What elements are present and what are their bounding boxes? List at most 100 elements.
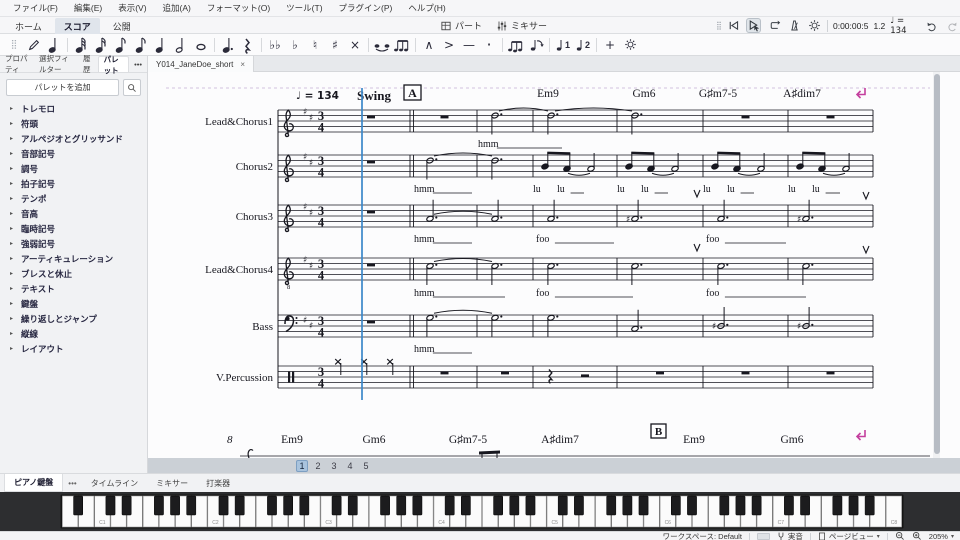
key-signature-sharp[interactable]: ♯ xyxy=(309,159,313,169)
panel-tab-パレット[interactable]: パレット xyxy=(98,56,129,72)
piano-black-key[interactable] xyxy=(413,496,422,515)
page-button-3[interactable]: 3 xyxy=(328,460,340,472)
rest[interactable] xyxy=(742,372,750,375)
chord-symbol[interactable]: A♯dim7 xyxy=(541,434,579,446)
expand-arrow-icon[interactable]: ▸ xyxy=(10,300,13,307)
lyric[interactable]: hmm xyxy=(478,139,499,150)
lyric[interactable]: lu xyxy=(641,184,649,195)
close-tab-icon[interactable]: × xyxy=(240,60,245,69)
score-view[interactable]: Lead&Chorus1♯♯34hmmChorus2♯♯34hmmlululul… xyxy=(148,72,960,458)
expand-arrow-icon[interactable]: ▸ xyxy=(10,240,13,247)
sharp-accidental[interactable]: ♯ xyxy=(797,322,801,332)
breath-mark[interactable] xyxy=(694,190,700,197)
loop-playback-button[interactable] xyxy=(766,18,781,33)
document-tab[interactable]: Y014_JaneDoe_short × xyxy=(148,56,254,72)
rehearsal-mark-b[interactable]: B xyxy=(655,426,663,438)
panel-tab-•••[interactable]: ••• xyxy=(129,56,147,72)
page-button-1[interactable]: 1 xyxy=(296,460,308,472)
tie[interactable] xyxy=(555,108,632,111)
piano-black-key[interactable] xyxy=(106,496,115,515)
grace-note-icon[interactable] xyxy=(392,35,412,55)
panel-tab-選択フィルター[interactable]: 選択フィルター xyxy=(34,56,78,72)
piano-black-key[interactable] xyxy=(687,496,696,515)
expand-arrow-icon[interactable]: ▸ xyxy=(10,315,13,322)
page-button-5[interactable]: 5 xyxy=(360,460,372,472)
treble-clef[interactable] xyxy=(284,110,293,136)
sharp-accidental[interactable]: ♯ xyxy=(626,215,630,225)
customize-toolbar-icon[interactable] xyxy=(620,35,640,55)
piano-black-key[interactable] xyxy=(74,496,83,515)
panel-tab-履歴[interactable]: 履歴 xyxy=(78,56,98,72)
expand-arrow-icon[interactable]: ▸ xyxy=(10,210,13,217)
panel-tab-プロパティ[interactable]: プロパティ xyxy=(0,56,34,72)
palette-item[interactable]: ▸レイアウト xyxy=(0,341,147,356)
expand-arrow-icon[interactable]: ▸ xyxy=(10,195,13,202)
expand-arrow-icon[interactable]: ▸ xyxy=(10,330,13,337)
playback-time[interactable]: 0:00:00:5 xyxy=(833,21,868,31)
piano-black-key[interactable] xyxy=(300,496,309,515)
drag-handle-icon[interactable]: ⣿ xyxy=(4,35,24,55)
staff-label[interactable]: V.Percussion xyxy=(216,372,273,384)
rest[interactable] xyxy=(501,372,509,375)
piano-black-key[interactable] xyxy=(558,496,567,515)
time-signature[interactable]: 4 xyxy=(318,268,325,282)
chord-symbol[interactable]: G♯m7-5 xyxy=(699,88,738,100)
accent-icon[interactable]: > xyxy=(439,35,459,55)
palette-item[interactable]: ▸アーティキュレーション xyxy=(0,251,147,266)
piano-black-key[interactable] xyxy=(170,496,179,515)
sharp-accidental[interactable]: ♯ xyxy=(797,215,801,225)
rest[interactable] xyxy=(367,116,375,119)
palette-item[interactable]: ▸アルペジオとグリッサンド xyxy=(0,131,147,146)
rest-icon[interactable] xyxy=(238,35,258,55)
expand-arrow-icon[interactable]: ▸ xyxy=(10,135,13,142)
half-rest[interactable] xyxy=(581,374,589,377)
system-break-icon[interactable] xyxy=(857,430,865,440)
palette-item[interactable]: ▸ブレスと休止 xyxy=(0,266,147,281)
breath-mark[interactable] xyxy=(863,192,869,199)
key-signature-sharp[interactable]: ♯ xyxy=(303,153,307,163)
lyric[interactable]: foo xyxy=(536,288,549,299)
workspace-selector[interactable]: ワークスペース: Default xyxy=(663,531,742,540)
menu-file[interactable]: ファイル(F) xyxy=(6,0,65,16)
play-button[interactable] xyxy=(746,18,761,33)
piano-black-key[interactable] xyxy=(607,496,616,515)
natural-icon[interactable]: ♮ xyxy=(305,35,325,55)
voice-2-icon[interactable]: 2 xyxy=(573,35,593,55)
scrollbar-thumb[interactable] xyxy=(934,74,940,454)
piano-black-key[interactable] xyxy=(574,496,583,515)
time-signature[interactable]: 4 xyxy=(318,376,325,390)
rest[interactable] xyxy=(367,321,375,324)
staff-label[interactable]: Lead&Chorus1 xyxy=(205,116,273,128)
double-sharp-icon[interactable]: × xyxy=(345,35,365,55)
tie[interactable] xyxy=(434,259,492,262)
expand-arrow-icon[interactable]: ▸ xyxy=(10,255,13,262)
rest[interactable] xyxy=(827,116,835,119)
undo-button[interactable] xyxy=(925,18,940,33)
chord-symbol[interactable]: Gm6 xyxy=(781,434,804,446)
tie-icon[interactable] xyxy=(372,35,392,55)
note-16th-icon[interactable] xyxy=(111,35,131,55)
bottom-tab-ピアノ鍵盤[interactable]: ピアノ鍵盤 xyxy=(4,474,63,492)
lyric[interactable]: lu xyxy=(812,184,820,195)
lyric[interactable]: hmm xyxy=(414,234,435,245)
piano-black-key[interactable] xyxy=(849,496,858,515)
menu-plugins[interactable]: プラグイン(P) xyxy=(332,0,400,16)
lyric[interactable]: lu xyxy=(703,184,711,195)
piano-black-key[interactable] xyxy=(445,496,454,515)
chord-symbol[interactable]: G♯m7-5 xyxy=(449,434,488,446)
piano-black-key[interactable] xyxy=(348,496,357,515)
note-32nd-icon[interactable] xyxy=(91,35,111,55)
rest[interactable] xyxy=(441,116,449,119)
midi-input-toggle[interactable] xyxy=(757,533,770,540)
piano-black-key[interactable] xyxy=(494,496,503,515)
staff-label[interactable]: Chorus2 xyxy=(236,161,273,173)
piano-black-key[interactable] xyxy=(865,496,874,515)
piano-black-key[interactable] xyxy=(736,496,745,515)
lyric[interactable]: lu xyxy=(727,184,735,195)
menu-format[interactable]: フォーマット(O) xyxy=(200,0,277,16)
page-button-4[interactable]: 4 xyxy=(344,460,356,472)
note-half-icon[interactable] xyxy=(171,35,191,55)
expand-arrow-icon[interactable]: ▸ xyxy=(10,225,13,232)
breath-mark[interactable] xyxy=(863,246,869,253)
note-whole-icon[interactable] xyxy=(191,35,211,55)
